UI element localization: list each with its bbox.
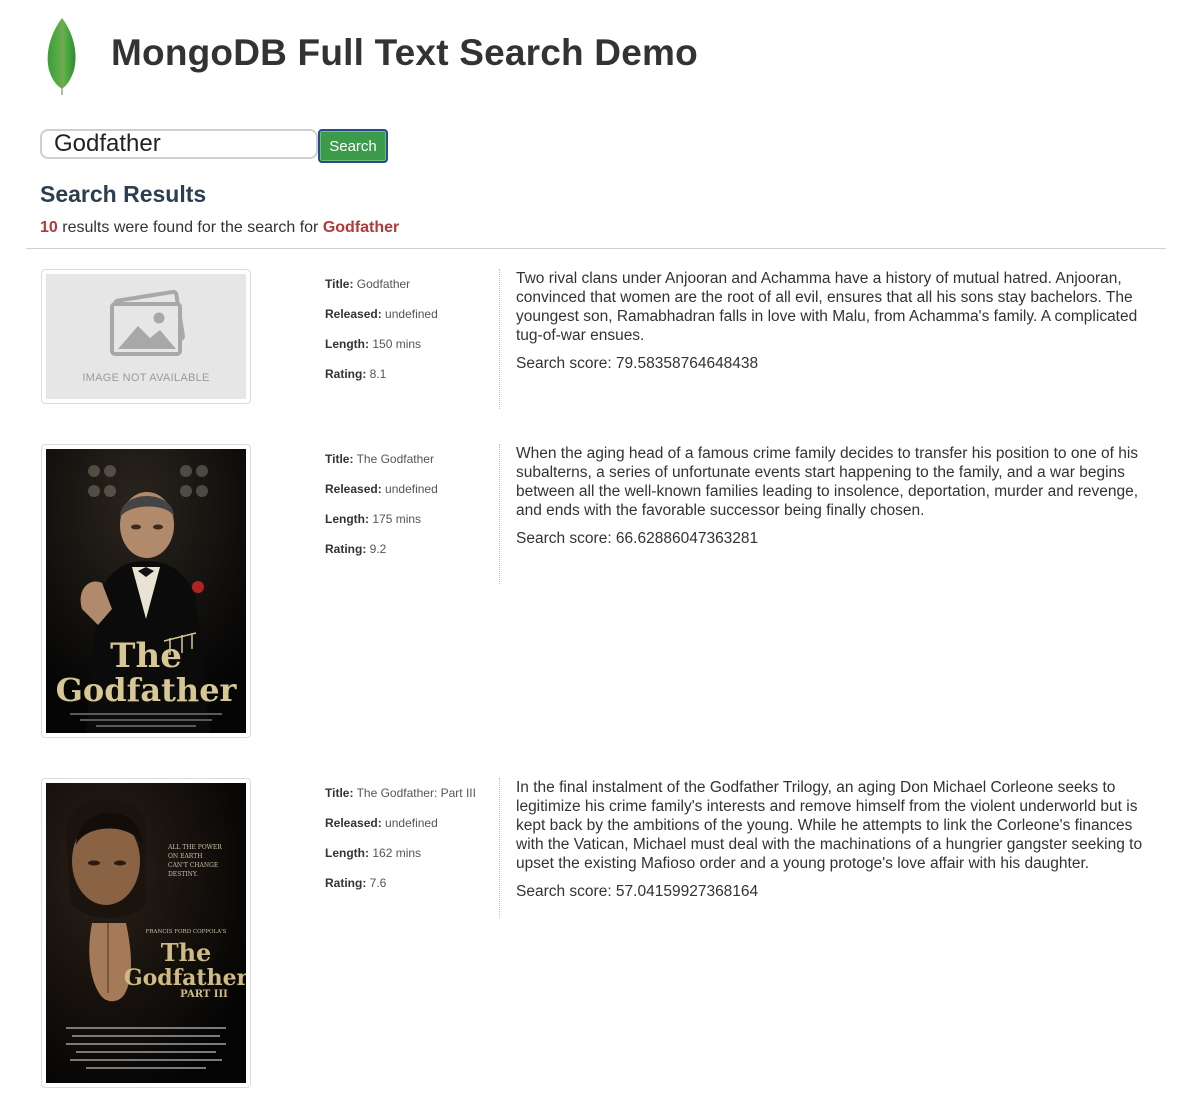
search-input[interactable] <box>40 129 318 159</box>
movie-description: In the final instalment of the Godfather… <box>516 779 1143 872</box>
results-divider <box>26 248 1166 249</box>
rating-label: Rating: <box>325 876 367 890</box>
movie-title: The Godfather <box>356 452 434 466</box>
poster-caption: IMAGE NOT AVAILABLE <box>82 372 209 384</box>
results-count: 10 <box>40 219 58 236</box>
released-label: Released: <box>325 482 382 496</box>
the-godfather-part-iii-poster: ALL THE POWER ON EARTH CAN'T CHANGE DEST… <box>46 783 246 1083</box>
results-summary: 10 results were found for the search for… <box>40 219 399 237</box>
released-label: Released: <box>325 816 382 830</box>
movie-description: When the aging head of a famous crime fa… <box>516 445 1139 519</box>
svg-text:ALL THE POWER: ALL THE POWER <box>167 844 222 851</box>
svg-text:The: The <box>161 938 212 967</box>
results-heading: Search Results <box>40 181 207 207</box>
movie-description-column: When the aging head of a famous crime fa… <box>499 444 1159 584</box>
length-label: Length: <box>325 846 369 860</box>
movie-description-column: In the final instalment of the Godfather… <box>499 778 1159 918</box>
movie-description: Two rival clans under Anjooran and Acham… <box>516 270 1138 344</box>
rating-label: Rating: <box>325 542 367 556</box>
length-label: Length: <box>325 512 369 526</box>
movie-rating: 9.2 <box>369 542 387 556</box>
length-label: Length: <box>325 337 369 351</box>
released-label: Released: <box>325 307 382 321</box>
poster-frame: ALL THE POWER ON EARTH CAN'T CHANGE DEST… <box>41 778 251 1088</box>
title-label: Title: <box>325 786 354 800</box>
image-not-available-placeholder: IMAGE NOT AVAILABLE <box>46 274 246 399</box>
title-label: Title: <box>325 277 354 291</box>
poster-frame: IMAGE NOT AVAILABLE <box>41 269 251 404</box>
the-godfather-poster: The Godfather <box>46 449 246 733</box>
movie-released: undefined <box>385 816 438 830</box>
movie-length: 150 mins <box>372 337 422 351</box>
movie-rating: 8.1 <box>369 367 387 381</box>
svg-text:DESTINY.: DESTINY. <box>168 871 198 878</box>
svg-text:Godfather: Godfather <box>124 965 246 991</box>
movie-description-column: Two rival clans under Anjooran and Acham… <box>499 269 1159 409</box>
rating-label: Rating: <box>325 367 367 381</box>
search-score: Search score: 66.62886047363281 <box>516 530 759 547</box>
movie-meta: Title: The Godfather Released: undefined… <box>325 444 495 564</box>
movie-title: Godfather <box>356 277 411 291</box>
poster-frame: The Godfather <box>41 444 251 738</box>
results-summary-text: results were found for the search for <box>62 219 319 236</box>
svg-text:PART III: PART III <box>180 989 228 1000</box>
movie-title: The Godfather: Part III <box>356 786 476 800</box>
movie-rating: 7.6 <box>369 876 387 890</box>
app-title: MongoDB Full Text Search Demo <box>111 32 698 73</box>
results-query: Godfather <box>322 219 400 236</box>
search-score: Search score: 57.04159927368164 <box>516 883 759 900</box>
mongodb-leaf-icon <box>47 18 76 95</box>
svg-text:CAN'T CHANGE: CAN'T CHANGE <box>168 862 218 869</box>
search-score: Search score: 79.58358764648438 <box>516 355 759 372</box>
movie-meta: Title: Godfather Released: undefined Len… <box>325 269 495 389</box>
svg-text:The: The <box>110 636 182 676</box>
movie-length: 175 mins <box>372 512 422 526</box>
title-label: Title: <box>325 452 354 466</box>
page-header: MongoDB Full Text Search Demo <box>0 0 1191 110</box>
svg-text:FRANCIS FORD COPPOLA'S: FRANCIS FORD COPPOLA'S <box>146 929 227 935</box>
movie-meta: Title: The Godfather: Part III Released:… <box>325 778 495 898</box>
movie-released: undefined <box>385 307 438 321</box>
svg-text:Godfather: Godfather <box>56 671 238 709</box>
movie-released: undefined <box>385 482 438 496</box>
movie-length: 162 mins <box>372 846 422 860</box>
svg-text:ON EARTH: ON EARTH <box>168 853 202 860</box>
search-button[interactable]: Search <box>318 129 388 163</box>
